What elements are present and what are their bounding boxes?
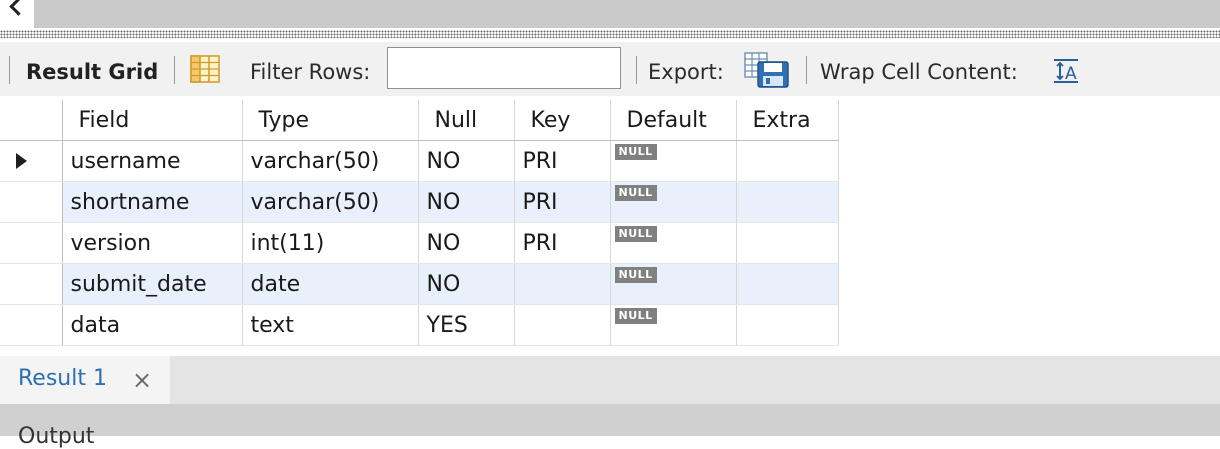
toolbar-separator (806, 56, 807, 84)
header-row: Field Type Null Key Default Extra (0, 100, 839, 141)
tab-result-1-label: Result 1 (18, 366, 107, 391)
toolbar-separator (9, 56, 10, 84)
null-badge: NULL (614, 144, 657, 160)
output-panel-header: Output (0, 404, 1220, 449)
cell-field[interactable]: version (62, 222, 243, 264)
cell-key[interactable]: PRI (514, 181, 611, 223)
row-selector[interactable] (0, 263, 63, 305)
filter-rows-input[interactable] (387, 47, 621, 89)
column-header-type[interactable]: Type (242, 100, 419, 141)
row-selector[interactable] (0, 140, 63, 182)
cell-default[interactable]: NULL (610, 222, 737, 264)
table-row[interactable]: submit_date date NO NULL (0, 263, 839, 305)
export-save-icon[interactable] (744, 52, 790, 92)
cell-type[interactable]: varchar(50) (242, 140, 419, 182)
tab-result-1[interactable]: Result 1 × (0, 356, 170, 404)
filter-rows-label: Filter Rows: (250, 60, 371, 84)
output-label: Output (18, 424, 95, 449)
cell-null[interactable]: NO (418, 263, 515, 305)
back-button[interactable] (0, 0, 34, 28)
cell-null[interactable]: YES (418, 304, 515, 346)
cell-extra[interactable] (736, 181, 839, 223)
cell-field[interactable]: shortname (62, 181, 243, 223)
cell-extra[interactable] (736, 140, 839, 182)
cell-type[interactable]: varchar(50) (242, 181, 419, 223)
cell-default[interactable]: NULL (610, 181, 737, 223)
cell-type[interactable]: int(11) (242, 222, 419, 264)
cell-default[interactable]: NULL (610, 140, 737, 182)
table-row[interactable]: version int(11) NO PRI NULL (0, 222, 839, 264)
row-header-corner (0, 100, 63, 141)
null-badge: NULL (614, 185, 657, 201)
table-row[interactable]: username varchar(50) NO PRI NULL (0, 140, 839, 182)
current-row-arrow-icon (16, 153, 27, 169)
cell-extra[interactable] (736, 222, 839, 264)
column-header-key[interactable]: Key (514, 100, 611, 141)
cell-key[interactable]: PRI (514, 222, 611, 264)
cell-default[interactable]: NULL (610, 304, 737, 346)
column-header-field[interactable]: Field (62, 100, 243, 141)
wrap-cell-content-label: Wrap Cell Content: (820, 60, 1018, 84)
null-badge: NULL (614, 308, 657, 324)
wrap-text-icon[interactable]: A (1052, 58, 1080, 88)
row-selector[interactable] (0, 222, 63, 264)
result-toolbar: Result Grid Filter Rows: Export: Wrap Ce… (0, 42, 1220, 96)
export-label: Export: (648, 60, 724, 84)
top-bar (0, 0, 1220, 28)
grid-view-icon[interactable] (190, 55, 220, 87)
splitter-handle[interactable] (0, 30, 1220, 38)
cell-field[interactable]: data (62, 304, 243, 346)
result-grid: Field Type Null Key Default Extra userna… (0, 96, 1220, 352)
cell-key[interactable] (514, 263, 611, 305)
column-header-null[interactable]: Null (418, 100, 515, 141)
row-selector[interactable] (0, 304, 63, 346)
column-header-extra[interactable]: Extra (736, 100, 839, 141)
cell-key[interactable] (514, 304, 611, 346)
cell-null[interactable]: NO (418, 140, 515, 182)
result-grid-button[interactable]: Result Grid (26, 60, 158, 84)
cell-key[interactable]: PRI (514, 140, 611, 182)
cell-extra[interactable] (736, 304, 839, 346)
cell-field[interactable]: submit_date (62, 263, 243, 305)
cell-type[interactable]: date (242, 263, 419, 305)
table-row[interactable]: shortname varchar(50) NO PRI NULL (0, 181, 839, 223)
null-badge: NULL (614, 226, 657, 242)
chevron-left-icon (9, 0, 28, 16)
cell-null[interactable]: NO (418, 222, 515, 264)
row-selector[interactable] (0, 181, 63, 223)
toolbar-separator (174, 56, 175, 84)
cell-default[interactable]: NULL (610, 263, 737, 305)
null-badge: NULL (614, 267, 657, 283)
cell-null[interactable]: NO (418, 181, 515, 223)
close-icon[interactable]: × (132, 366, 152, 394)
table-row[interactable]: data text YES NULL (0, 304, 839, 346)
cell-extra[interactable] (736, 263, 839, 305)
cell-type[interactable]: text (242, 304, 419, 346)
result-table: Field Type Null Key Default Extra userna… (0, 100, 839, 346)
column-header-default[interactable]: Default (610, 100, 737, 141)
toolbar-separator (636, 56, 637, 84)
cell-field[interactable]: username (62, 140, 243, 182)
result-tab-strip: Result 1 × (0, 356, 1220, 404)
